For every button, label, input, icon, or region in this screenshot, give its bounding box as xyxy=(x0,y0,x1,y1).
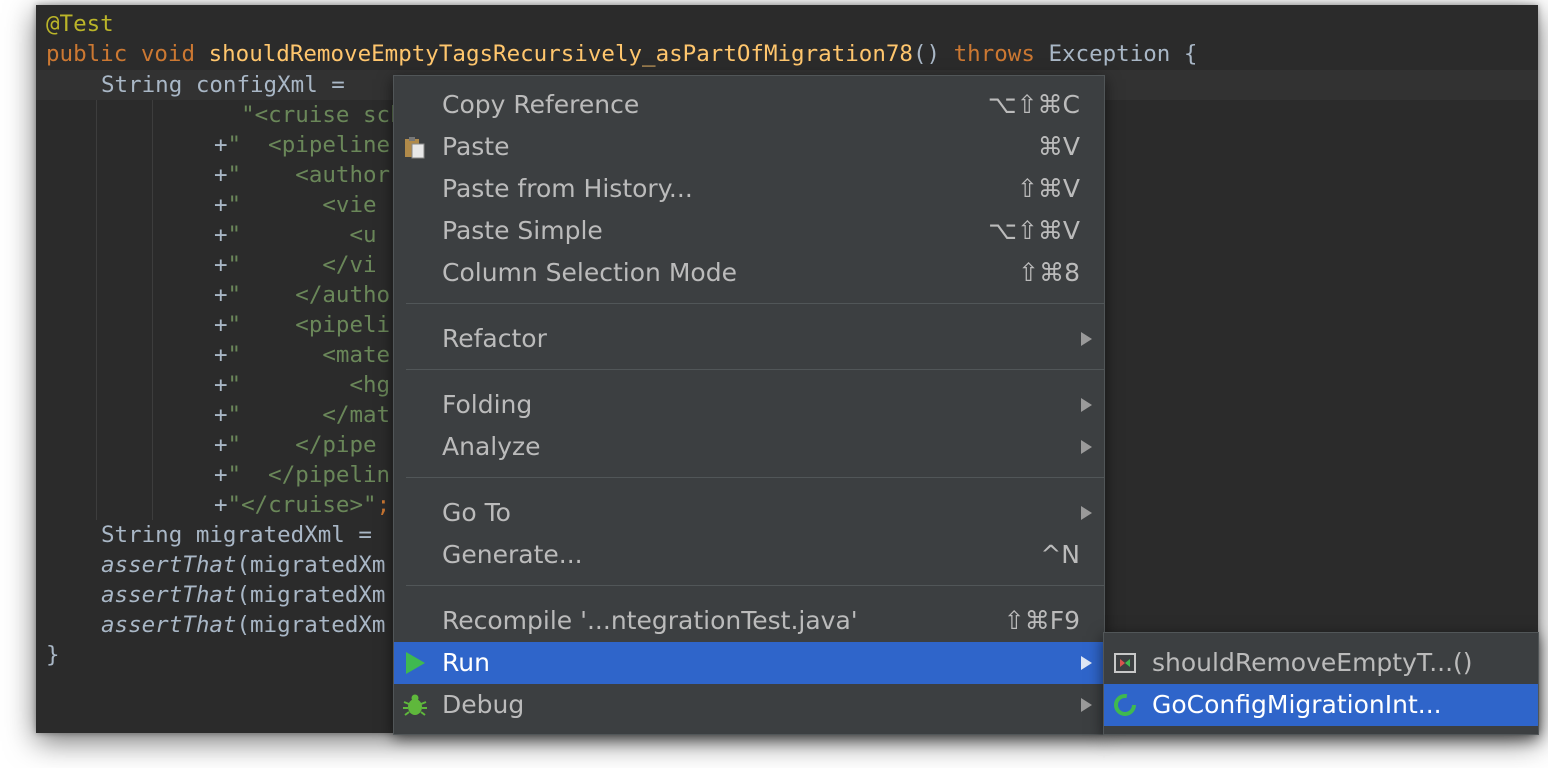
code-line-assert: assertThat(migratedXm xyxy=(101,582,386,608)
code-line-assert: assertThat(migratedXm xyxy=(101,552,386,578)
menu-item-shortcut: ⇧⌘V xyxy=(1016,174,1080,203)
code-line-xml: +" </vi xyxy=(214,252,377,278)
indent-guide xyxy=(96,100,97,520)
menu-item-shortcut: ⌥⇧⌘C xyxy=(987,90,1080,119)
menu-item-label: Recompile '...ntegrationTest.java' xyxy=(442,606,858,635)
menu-item-label: Debug xyxy=(442,690,525,719)
code-line-xml: +" </pipe xyxy=(214,432,377,458)
menu-separator xyxy=(406,585,1104,586)
menu-item-run[interactable]: Run xyxy=(394,642,1104,684)
code-line-xml: "<cruise sche xyxy=(241,102,418,128)
menu-item-label: Generate... xyxy=(442,540,583,569)
menu-item-shortcut: ⌘V xyxy=(1037,132,1080,161)
code-line-xml: +" <pipeli xyxy=(214,312,391,338)
bug-icon xyxy=(402,692,428,718)
submenu-item-label: GoConfigMigrationInt... xyxy=(1152,690,1442,719)
code-line-xml: +" <vie xyxy=(214,192,377,218)
menu-item-copy-reference[interactable]: Copy Reference ⌥⇧⌘C xyxy=(394,84,1104,126)
menu-item-label: Folding xyxy=(442,390,533,419)
context-menu: Copy Reference ⌥⇧⌘C Paste ⌘V Paste from … xyxy=(393,75,1105,735)
menu-item-label: Go To xyxy=(442,498,511,527)
submenu-arrow-icon xyxy=(1081,506,1092,520)
clipboard-icon xyxy=(402,134,428,160)
code-line-xml: +" <hg xyxy=(214,372,391,398)
menu-item-paste-simple[interactable]: Paste Simple ⌥⇧⌘V xyxy=(394,210,1104,252)
test-method-icon xyxy=(1112,650,1138,676)
menu-item-label: Refactor xyxy=(442,324,547,353)
menu-item-label: Run xyxy=(442,648,490,677)
submenu-item-run-class[interactable]: GoConfigMigrationInt... xyxy=(1104,684,1538,726)
menu-item-label: Paste from History... xyxy=(442,174,693,203)
submenu-arrow-icon xyxy=(1081,332,1092,346)
menu-separator xyxy=(406,303,1104,304)
menu-item-recompile[interactable]: Recompile '...ntegrationTest.java' ⇧⌘F9 xyxy=(394,600,1104,642)
menu-item-shortcut: ⇧⌘F9 xyxy=(1003,606,1080,635)
menu-item-analyze[interactable]: Analyze xyxy=(394,426,1104,468)
code-line-xml: +" <u xyxy=(214,222,377,248)
indent-guide xyxy=(152,100,153,520)
menu-separator xyxy=(406,477,1104,478)
play-icon xyxy=(402,650,428,676)
submenu-item-label: shouldRemoveEmptyT...() xyxy=(1152,648,1473,677)
menu-item-label: Paste xyxy=(442,132,510,161)
code-line-xml: +" <mate xyxy=(214,342,391,368)
menu-item-label: Analyze xyxy=(442,432,541,461)
menu-item-go-to[interactable]: Go To xyxy=(394,492,1104,534)
menu-item-label: Copy Reference xyxy=(442,90,640,119)
code-line-config-decl: String configXml = xyxy=(101,72,345,98)
menu-item-label: Column Selection Mode xyxy=(442,258,737,287)
menu-item-folding[interactable]: Folding xyxy=(394,384,1104,426)
menu-separator xyxy=(406,369,1104,370)
menu-item-refactor[interactable]: Refactor xyxy=(394,318,1104,360)
menu-item-paste-from-history[interactable]: Paste from History... ⇧⌘V xyxy=(394,168,1104,210)
code-line-annotation: @Test xyxy=(46,11,114,37)
code-line-migrated-decl: String migratedXml = xyxy=(101,522,372,548)
submenu-arrow-icon xyxy=(1081,656,1092,670)
menu-item-shortcut: ^N xyxy=(1040,540,1080,569)
code-line-xml: +" </mat xyxy=(214,402,391,428)
code-line-xml: +" </pipelin xyxy=(214,462,391,488)
code-line-xml: +" <author xyxy=(214,162,391,188)
code-line-xml: +" <pipeline xyxy=(214,132,391,158)
code-line-signature: public void shouldRemoveEmptyTagsRecursi… xyxy=(46,41,1198,67)
menu-item-shortcut: ⌥⇧⌘V xyxy=(988,216,1080,245)
submenu-arrow-icon xyxy=(1081,440,1092,454)
code-line-closing-brace: } xyxy=(46,642,60,668)
code-line-xml: +"</cruise>"; xyxy=(214,492,391,518)
code-line-assert: assertThat(migratedXm xyxy=(101,612,386,638)
submenu-arrow-icon xyxy=(1081,698,1092,712)
test-class-icon xyxy=(1112,692,1138,718)
menu-item-paste[interactable]: Paste ⌘V xyxy=(394,126,1104,168)
menu-item-debug[interactable]: Debug xyxy=(394,684,1104,726)
menu-item-label: Paste Simple xyxy=(442,216,603,245)
submenu-arrow-icon xyxy=(1081,398,1092,412)
code-line-xml: +" </autho xyxy=(214,282,391,308)
menu-item-shortcut: ⇧⌘8 xyxy=(1018,258,1080,287)
menu-item-column-selection-mode[interactable]: Column Selection Mode ⇧⌘8 xyxy=(394,252,1104,294)
run-submenu: shouldRemoveEmptyT...() GoConfigMigratio… xyxy=(1103,632,1539,735)
menu-item-generate[interactable]: Generate... ^N xyxy=(394,534,1104,576)
submenu-item-run-method[interactable]: shouldRemoveEmptyT...() xyxy=(1104,642,1538,684)
